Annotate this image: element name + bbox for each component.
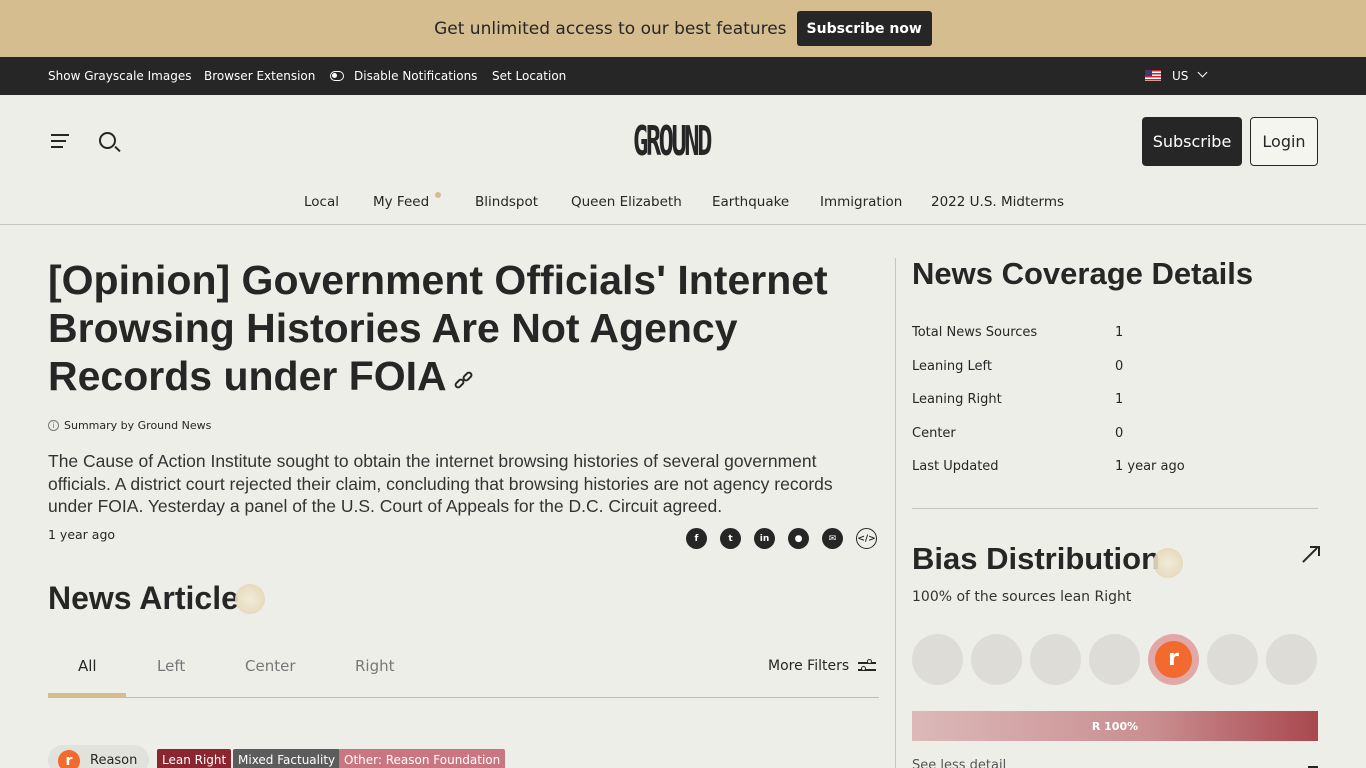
show-grayscale-link[interactable]: Show Grayscale Images — [48, 69, 191, 83]
nav-immigration[interactable]: Immigration — [820, 194, 902, 210]
see-less-detail-link[interactable]: See less detail — [912, 758, 1006, 768]
column-divider — [895, 258, 896, 768]
embed-icon[interactable]: </> — [856, 528, 877, 549]
utility-bar: Show Grayscale Images Browser Extension … — [0, 57, 1366, 95]
set-location-link[interactable]: Set Location — [492, 69, 566, 83]
email-icon[interactable]: ✉ — [822, 528, 843, 549]
tabs-divider — [48, 697, 879, 698]
bias-source-slot — [1089, 634, 1140, 685]
nav-my-feed[interactable]: My Feed — [373, 194, 429, 210]
source-chip[interactable]: r Reason — [48, 745, 149, 768]
source-logo: r — [1155, 641, 1192, 678]
coverage-value: 0 — [1115, 426, 1124, 441]
hamburger-menu-icon[interactable] — [51, 134, 69, 148]
bias-source-slot — [1030, 634, 1081, 685]
expand-arrow-icon[interactable] — [1302, 546, 1320, 564]
factuality-tag[interactable]: Mixed Factuality — [233, 749, 341, 768]
nav-queen-elizabeth[interactable]: Queen Elizabeth — [571, 194, 682, 210]
more-filters-button[interactable]: More Filters — [768, 658, 849, 674]
linkedin-icon[interactable]: in — [754, 528, 775, 549]
disable-notifications-link[interactable]: Disable Notifications — [354, 69, 477, 83]
promo-text: Get unlimited access to our best feature… — [434, 18, 787, 39]
twitter-icon[interactable]: t — [720, 528, 741, 549]
sidebar-divider — [912, 508, 1318, 509]
subscribe-now-button[interactable]: Subscribe now — [796, 11, 932, 46]
news-articles-title: News Article — [48, 580, 239, 616]
bias-tag[interactable]: Lean Right — [157, 749, 232, 768]
coverage-value: 0 — [1115, 359, 1124, 374]
click-ripple — [1153, 548, 1183, 578]
notification-dot — [435, 192, 441, 198]
bias-source-slot — [971, 634, 1022, 685]
bias-source-slot — [1266, 634, 1317, 685]
article-time: 1 year ago — [48, 527, 116, 542]
bias-source-slot-active[interactable]: r — [1148, 634, 1199, 685]
bias-bar: R 100% — [912, 711, 1318, 741]
source-name: Reason — [90, 753, 138, 768]
tab-all[interactable]: All — [78, 657, 97, 675]
summary-attribution: i Summary by Ground News — [48, 419, 211, 432]
nav-earthquake[interactable]: Earthquake — [712, 194, 789, 210]
summary-by-label: Summary by Ground News — [64, 419, 212, 432]
nav-blindspot[interactable]: Blindspot — [475, 194, 538, 210]
tab-right[interactable]: Right — [355, 657, 395, 675]
click-ripple — [235, 584, 265, 614]
toggle-icon[interactable] — [330, 71, 344, 81]
search-icon[interactable] — [99, 132, 116, 149]
coverage-value: 1 — [1115, 392, 1124, 407]
bias-source-slot — [912, 634, 963, 685]
ownership-tag[interactable]: Other: Reason Foundation — [339, 749, 506, 768]
tab-left[interactable]: Left — [157, 657, 185, 675]
browser-extension-link[interactable]: Browser Extension — [204, 69, 315, 83]
coverage-label: Last Updated — [912, 459, 999, 474]
us-flag-icon[interactable] — [1145, 70, 1161, 81]
bias-bar-label: R 100% — [1091, 719, 1139, 733]
article-title-text: [Opinion] Government Officials' Internet… — [48, 257, 828, 399]
nav-local[interactable]: Local — [304, 194, 339, 210]
subscribe-button[interactable]: Subscribe — [1142, 117, 1242, 166]
coverage-title: News Coverage Details — [912, 256, 1254, 291]
coverage-label: Leaning Right — [912, 392, 1002, 407]
article-title: [Opinion] Government Officials' Internet… — [48, 256, 878, 400]
coverage-value: 1 year ago — [1115, 459, 1185, 474]
coverage-value: 1 — [1115, 325, 1124, 340]
nav-midterms[interactable]: 2022 U.S. Midterms — [931, 194, 1064, 210]
reddit-icon[interactable]: ● — [788, 528, 809, 549]
source-logo: r — [58, 750, 80, 768]
coverage-label: Total News Sources — [912, 325, 1038, 340]
chevron-down-icon[interactable] — [1197, 67, 1208, 78]
bias-source-slot — [1207, 634, 1258, 685]
region-selector[interactable]: US — [1172, 69, 1188, 83]
filter-sliders-icon[interactable] — [858, 659, 876, 673]
info-icon[interactable]: i — [48, 420, 59, 431]
promo-banner: Get unlimited access to our best feature… — [0, 0, 1366, 57]
login-button[interactable]: Login — [1250, 117, 1318, 166]
facebook-icon[interactable]: f — [686, 528, 707, 549]
site-header: GROUND Subscribe Login Local My Feed Bli… — [0, 95, 1366, 225]
bias-subtitle: 100% of the sources lean Right — [912, 589, 1132, 605]
active-tab-indicator — [48, 693, 126, 697]
coverage-label: Leaning Left — [912, 359, 992, 374]
article-summary: The Cause of Action Institute sought to … — [48, 451, 833, 516]
ground-news-logo[interactable]: GROUND — [633, 117, 712, 165]
bias-title: Bias Distribution — [912, 541, 1161, 576]
link-icon[interactable] — [452, 370, 475, 392]
tab-center[interactable]: Center — [245, 657, 296, 675]
coverage-label: Center — [912, 426, 956, 441]
